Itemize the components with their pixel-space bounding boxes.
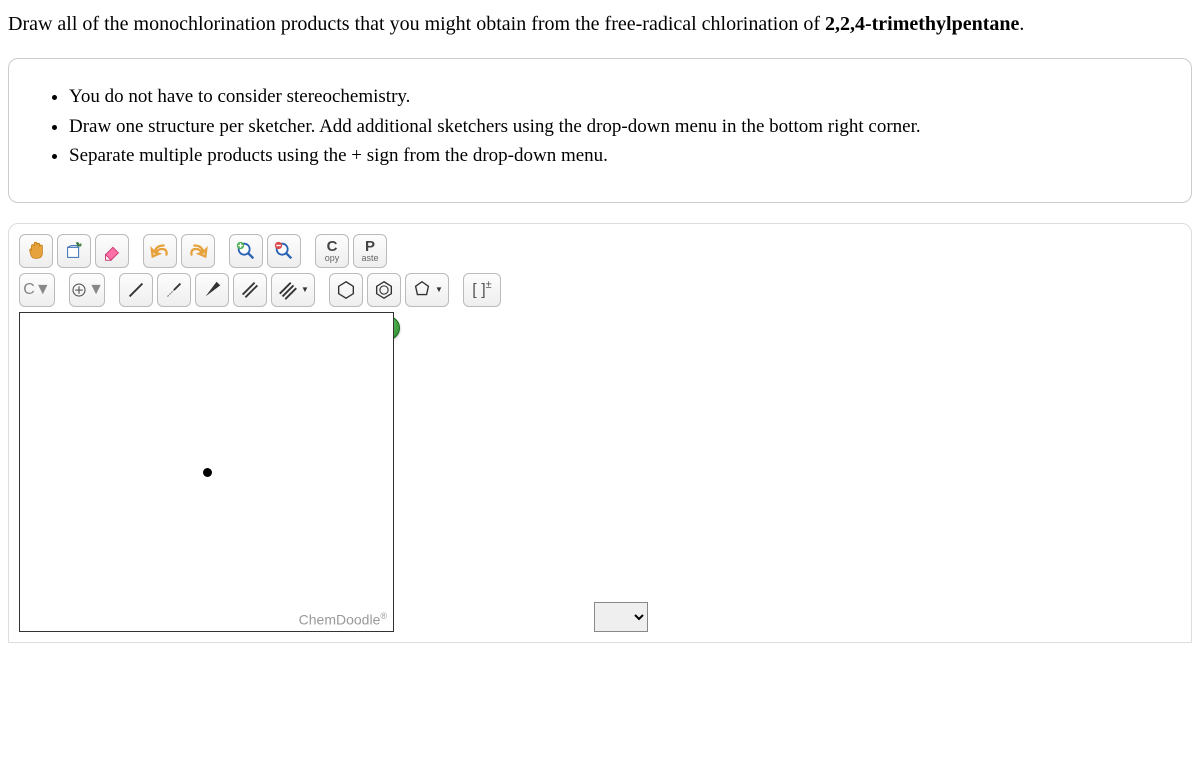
question-text: Draw all of the monochlorination product… bbox=[0, 0, 1200, 58]
question-prefix: Draw all of the monochlorination product… bbox=[8, 13, 825, 35]
toolbar-row-2: C ▼ ▼ ▼ bbox=[19, 273, 1181, 307]
recessed-bond-tool[interactable] bbox=[157, 273, 191, 307]
chevron-down-icon: ▼ bbox=[88, 281, 104, 299]
canvas-container: ? ChemDoodle® bbox=[19, 312, 394, 632]
chemdoodle-branding: ChemDoodle® bbox=[299, 611, 387, 628]
question-suffix: . bbox=[1019, 13, 1024, 35]
chevron-down-icon: ▼ bbox=[435, 285, 443, 294]
redo-tool[interactable] bbox=[181, 234, 215, 268]
single-bond-tool[interactable] bbox=[119, 273, 153, 307]
copy-tool[interactable]: C opy bbox=[315, 234, 349, 268]
instruction-item: Draw one structure per sketcher. Add add… bbox=[69, 113, 1163, 142]
wedge-bond-tool[interactable] bbox=[195, 273, 229, 307]
eraser-tool[interactable] bbox=[95, 234, 129, 268]
instruction-item: Separate multiple products using the + s… bbox=[69, 142, 1163, 171]
zoom-in-tool[interactable] bbox=[229, 234, 263, 268]
question-compound: 2,2,4-trimethylpentane bbox=[825, 13, 1019, 35]
triple-bond-tool[interactable]: ▼ bbox=[271, 273, 315, 307]
benzene-tool[interactable] bbox=[367, 273, 401, 307]
paste-tool[interactable]: P aste bbox=[353, 234, 387, 268]
toolbar-row-1: C opy P aste bbox=[19, 234, 1181, 268]
chevron-down-icon: ▼ bbox=[35, 281, 51, 299]
cyclohexane-tool[interactable] bbox=[329, 273, 363, 307]
copy-letter: C bbox=[327, 239, 338, 254]
add-tool[interactable]: ▼ bbox=[69, 273, 105, 307]
instructions-panel: You do not have to consider stereochemis… bbox=[8, 58, 1192, 203]
atom-placeholder[interactable] bbox=[203, 468, 212, 477]
charge-tool[interactable]: [ ]± bbox=[463, 273, 501, 307]
paste-text: aste bbox=[361, 254, 378, 263]
open-file-tool[interactable] bbox=[57, 234, 91, 268]
copy-text: opy bbox=[325, 254, 340, 263]
double-bond-tool[interactable] bbox=[233, 273, 267, 307]
instruction-item: You do not have to consider stereochemis… bbox=[69, 83, 1163, 112]
undo-tool[interactable] bbox=[143, 234, 177, 268]
ring-tool[interactable]: ▼ bbox=[405, 273, 449, 307]
sketcher-canvas[interactable]: ChemDoodle® bbox=[19, 312, 394, 632]
instructions-list: You do not have to consider stereochemis… bbox=[37, 83, 1163, 171]
paste-letter: P bbox=[365, 239, 375, 254]
element-picker[interactable]: C ▼ bbox=[19, 273, 55, 307]
zoom-out-tool[interactable] bbox=[267, 234, 301, 268]
answer-area: C opy P aste C ▼ ▼ bbox=[8, 223, 1192, 643]
element-label: C bbox=[23, 281, 35, 299]
chevron-down-icon: ▼ bbox=[301, 285, 309, 294]
add-sketcher-dropdown[interactable] bbox=[594, 602, 648, 632]
grab-tool[interactable] bbox=[19, 234, 53, 268]
charge-label: [ ]± bbox=[472, 279, 491, 299]
